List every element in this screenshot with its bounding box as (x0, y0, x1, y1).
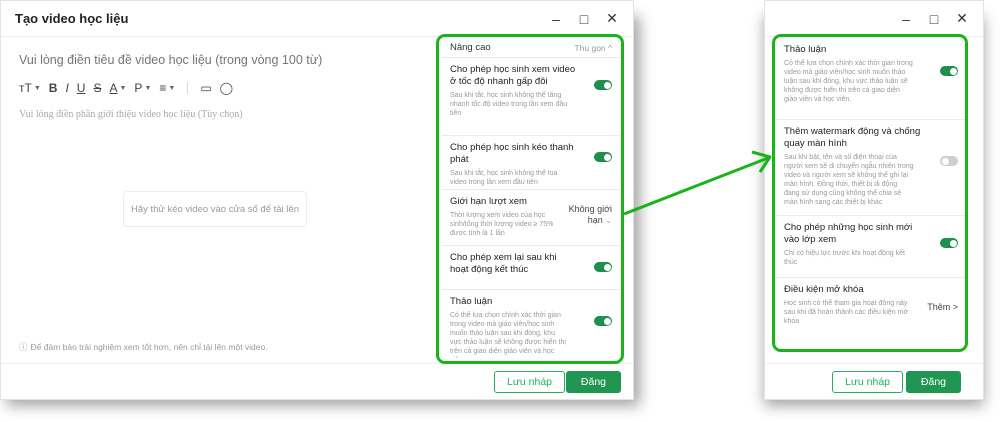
annotation-arrow-icon (623, 150, 772, 216)
arrow-line (623, 156, 769, 216)
